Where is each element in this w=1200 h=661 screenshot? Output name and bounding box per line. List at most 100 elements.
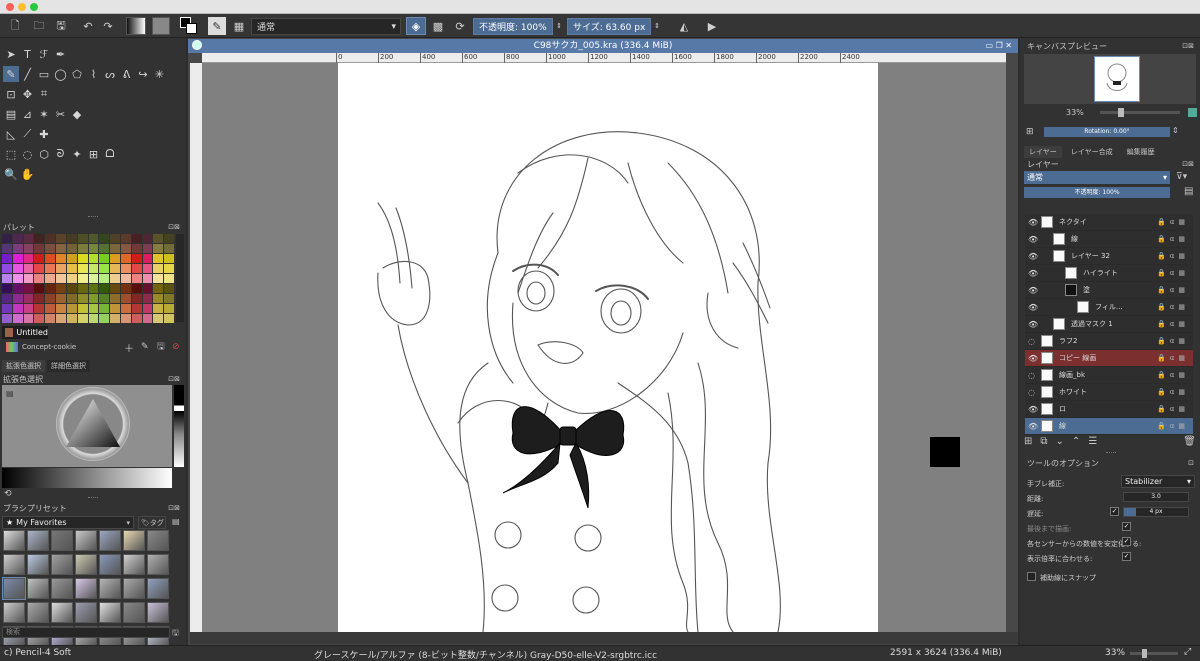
minimize-window-button[interactable] — [18, 3, 26, 11]
palette-swatch[interactable] — [66, 264, 77, 273]
palette-swatch[interactable] — [142, 304, 153, 313]
palette-swatch[interactable] — [56, 244, 66, 253]
move-layer-up-icon[interactable]: ⌃ — [1072, 436, 1080, 447]
layer-flags-icon[interactable]: 🔒α▦ — [1157, 388, 1189, 396]
palette-swatch[interactable] — [23, 264, 34, 273]
palette-swatch[interactable] — [99, 244, 110, 253]
brush-preset-item[interactable] — [75, 530, 97, 551]
palette-swatch[interactable] — [131, 264, 142, 273]
palette-swatch[interactable] — [88, 244, 99, 253]
palette-swatch[interactable] — [164, 294, 174, 303]
opacity-slider[interactable]: 不透明度: 100% — [473, 18, 553, 35]
palette-swatch[interactable] — [56, 234, 66, 243]
palette-swatch[interactable] — [2, 234, 12, 243]
palette-swatch[interactable] — [45, 294, 56, 303]
palette-swatch[interactable] — [142, 234, 153, 243]
line-tool-icon[interactable]: ╱ — [20, 66, 36, 82]
tab-layers[interactable]: レイヤー — [1024, 146, 1062, 158]
palette-swatch[interactable] — [142, 294, 153, 303]
layer-row[interactable]: 👁 透過マスク 1 🔒α▦ — [1025, 316, 1193, 333]
tab-layer-comps[interactable]: レイヤー合成 — [1066, 146, 1118, 158]
redo-icon[interactable]: ↷ — [100, 17, 116, 35]
pan-tool-icon[interactable]: ✋ — [20, 166, 36, 182]
brush-preset-item[interactable] — [27, 578, 49, 599]
preview-zoom-slider[interactable] — [1100, 108, 1180, 117]
brush-preset-item[interactable] — [123, 578, 145, 599]
palette-swatch[interactable] — [142, 264, 153, 273]
palette-swatch[interactable] — [34, 304, 45, 313]
palette-swatch[interactable] — [120, 274, 131, 283]
brush-preset-item[interactable] — [147, 578, 169, 599]
visibility-eye-icon[interactable]: 👁 — [1028, 218, 1038, 227]
palette-swatch[interactable] — [110, 284, 120, 293]
status-zoom-slider[interactable] — [1130, 649, 1178, 658]
brush-preset-item[interactable] — [51, 578, 73, 599]
snap-assistant-checkbox[interactable] — [1027, 572, 1036, 581]
color-history-icon[interactable]: ⟲ — [4, 489, 12, 499]
reference-tool-icon[interactable]: ✚ — [36, 126, 52, 142]
visibility-eye-icon[interactable]: 👁 — [1028, 303, 1038, 312]
palette-swatch[interactable] — [66, 284, 77, 293]
layer-row[interactable]: ◌ ラフ2 🔒α▦ — [1025, 333, 1193, 350]
palette-swatch[interactable] — [34, 274, 45, 283]
tab-specific-color[interactable]: 詳細色選択 — [47, 360, 90, 372]
layer-flags-icon[interactable]: 🔒α▦ — [1157, 235, 1189, 243]
layer-row[interactable]: 👁 ネクタイ 🔒α▦ — [1025, 214, 1193, 231]
layer-properties-icon[interactable]: ▤ — [1184, 186, 1193, 197]
palette-swatch[interactable] — [164, 264, 174, 273]
layer-options-icon[interactable]: ☰ — [1088, 436, 1097, 447]
palette-swatch[interactable] — [99, 254, 110, 263]
brush-preset-item[interactable] — [147, 602, 169, 623]
palette-swatch[interactable] — [77, 244, 88, 253]
layer-row[interactable]: 👁 ハイライト 🔒α▦ — [1025, 265, 1193, 282]
palette-swatch[interactable] — [34, 314, 45, 323]
layer-flags-icon[interactable]: 🔒α▦ — [1157, 218, 1189, 226]
palette-swatch[interactable] — [23, 314, 34, 323]
palette-swatch[interactable] — [56, 294, 66, 303]
palette-swatch[interactable] — [120, 314, 131, 323]
palette-swatch[interactable] — [88, 264, 99, 273]
visibility-eye-icon[interactable]: 👁 — [1028, 252, 1038, 261]
palette-swatch[interactable] — [88, 234, 99, 243]
palette-swatch[interactable] — [77, 234, 88, 243]
palette-swatch[interactable] — [12, 244, 23, 253]
layer-flags-icon[interactable]: 🔒α▦ — [1157, 286, 1189, 294]
brush-search-input[interactable]: 検索 — [2, 627, 170, 638]
palette-swatch[interactable] — [45, 264, 56, 273]
palette-swatch[interactable] — [88, 274, 99, 283]
brush-preset-item[interactable] — [51, 602, 73, 623]
preview-toggle-icon[interactable] — [1188, 108, 1197, 117]
palette-swatch[interactable] — [12, 284, 23, 293]
palette-swatch[interactable] — [56, 274, 66, 283]
bezier-select-icon[interactable]: ᗝ — [102, 146, 118, 162]
palette-swatch[interactable] — [12, 264, 23, 273]
palette-swatch[interactable] — [77, 284, 88, 293]
layer-flags-icon[interactable]: 🔒α▦ — [1157, 252, 1189, 260]
palette-swatch[interactable] — [131, 314, 142, 323]
color-selector-settings-icon[interactable]: ▤ — [6, 389, 14, 398]
delay-checkbox[interactable]: ✓ — [1110, 507, 1119, 516]
tab-advanced-color[interactable]: 拡張色選択 — [2, 360, 45, 372]
canvas-preview-thumbnail[interactable] — [1024, 54, 1196, 104]
canvas-paper[interactable] — [338, 63, 878, 632]
recent-colors-strip[interactable] — [174, 385, 184, 467]
brush-preset-item[interactable] — [75, 554, 97, 575]
measure-tool-icon[interactable]: ◺ — [3, 126, 19, 142]
float-close-icon[interactable]: ⊡⊠ — [168, 223, 180, 231]
layer-opacity-slider[interactable]: 不透明度: 100% — [1024, 187, 1170, 198]
palette-swatch[interactable] — [153, 294, 164, 303]
layer-flags-icon[interactable]: 🔒α▦ — [1157, 337, 1189, 345]
palette-swatch[interactable] — [23, 304, 34, 313]
distance-input[interactable]: 3.0 — [1123, 492, 1189, 502]
palette-swatch[interactable] — [66, 294, 77, 303]
palette-swatch[interactable] — [153, 284, 164, 293]
visibility-eye-icon[interactable]: 👁 — [1028, 269, 1038, 278]
blend-mode-dropdown[interactable]: 通常 ▾ — [251, 18, 401, 35]
palette-swatch[interactable] — [153, 254, 164, 263]
eraser-mode-icon[interactable]: ◈ — [406, 17, 426, 35]
new-document-icon[interactable]: 🗋 — [6, 17, 24, 35]
crop-tool-icon[interactable]: ⌗ — [36, 86, 52, 102]
palette-swatch[interactable] — [88, 284, 99, 293]
palette-swatch[interactable] — [66, 254, 77, 263]
brush-preset-item[interactable] — [3, 554, 25, 575]
